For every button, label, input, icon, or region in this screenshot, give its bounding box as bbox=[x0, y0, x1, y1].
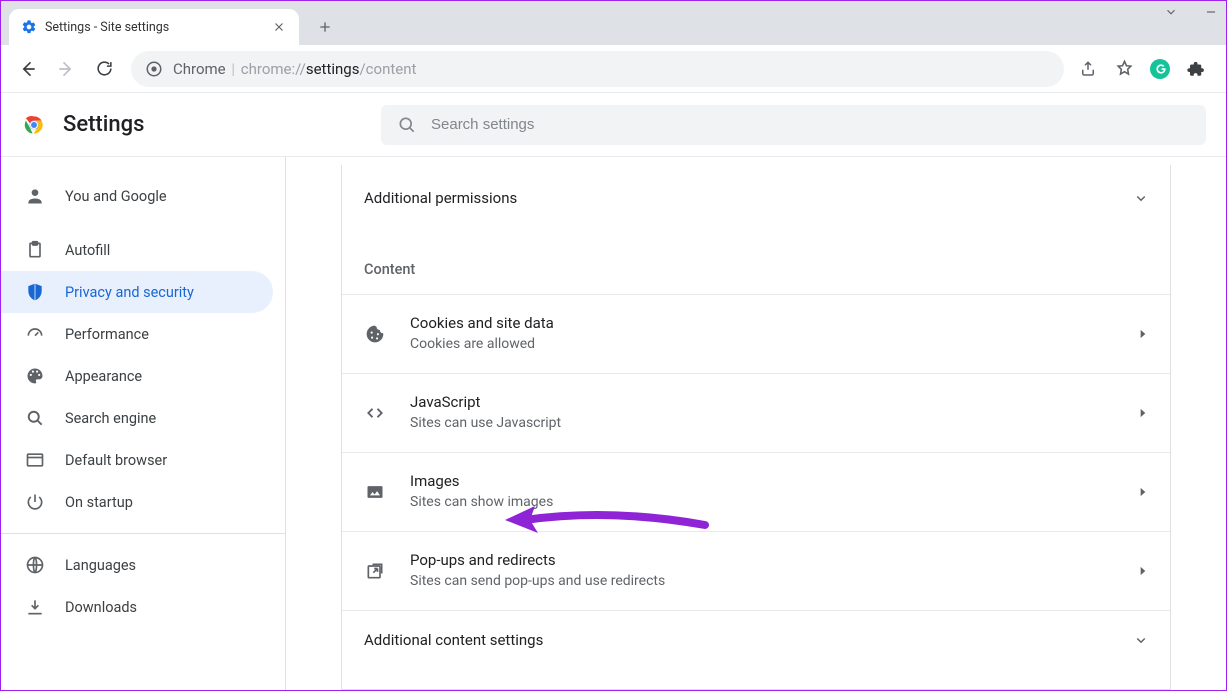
browser-titlebar: Settings - Site settings bbox=[1, 1, 1226, 45]
sidebar-item-appearance[interactable]: Appearance bbox=[1, 355, 273, 397]
browser-icon bbox=[25, 450, 45, 470]
row-subtitle: Cookies are allowed bbox=[410, 334, 554, 355]
share-icon[interactable] bbox=[1074, 55, 1102, 83]
address-bar[interactable]: Chrome | chrome://settings/content bbox=[131, 51, 1064, 87]
speedometer-icon bbox=[25, 324, 45, 344]
url-text: Chrome | chrome://settings/content bbox=[173, 60, 416, 78]
palette-icon bbox=[25, 366, 45, 386]
new-tab-button[interactable] bbox=[311, 13, 339, 41]
gear-icon bbox=[21, 19, 37, 35]
sidebar-label: Search engine bbox=[65, 410, 156, 427]
chevron-right-icon bbox=[1136, 327, 1150, 341]
sidebar-label: Default browser bbox=[65, 452, 167, 469]
page-title: Settings bbox=[63, 112, 144, 137]
search-input[interactable] bbox=[431, 116, 1190, 133]
settings-header: Settings bbox=[1, 93, 1226, 157]
chrome-mono-icon bbox=[145, 60, 163, 78]
grammarly-icon[interactable] bbox=[1146, 55, 1174, 83]
sidebar-item-you-and-google[interactable]: You and Google bbox=[1, 175, 273, 217]
sidebar-label: You and Google bbox=[65, 188, 167, 205]
row-title: Additional permissions bbox=[364, 189, 517, 207]
extensions-icon[interactable] bbox=[1182, 55, 1210, 83]
image-icon bbox=[364, 481, 386, 503]
row-title: Cookies and site data bbox=[410, 313, 554, 334]
window-minimize-icon[interactable] bbox=[1202, 3, 1220, 21]
browser-toolbar: Chrome | chrome://settings/content bbox=[1, 45, 1226, 93]
chevron-right-icon bbox=[1136, 406, 1150, 420]
row-title: Additional content settings bbox=[364, 631, 543, 649]
chevron-down-icon bbox=[1132, 631, 1150, 649]
sidebar-item-languages[interactable]: Languages bbox=[1, 544, 273, 586]
code-icon bbox=[364, 402, 386, 424]
tab-title: Settings - Site settings bbox=[45, 20, 263, 35]
sidebar-separator bbox=[1, 533, 285, 534]
sidebar-label: On startup bbox=[65, 494, 133, 511]
search-icon bbox=[25, 408, 45, 428]
row-title: JavaScript bbox=[410, 392, 561, 413]
row-images[interactable]: Images Sites can show images bbox=[342, 452, 1170, 531]
person-icon bbox=[25, 186, 45, 206]
shield-icon bbox=[25, 282, 45, 302]
search-icon bbox=[397, 115, 417, 135]
sidebar-label: Downloads bbox=[65, 599, 137, 616]
chevron-right-icon bbox=[1136, 564, 1150, 578]
row-popups[interactable]: Pop-ups and redirects Sites can send pop… bbox=[342, 531, 1170, 610]
forward-button[interactable] bbox=[49, 52, 83, 86]
settings-sidebar: You and Google Autofill Privacy and secu… bbox=[1, 157, 286, 690]
sidebar-item-privacy-and-security[interactable]: Privacy and security bbox=[1, 271, 273, 313]
sidebar-label: Languages bbox=[65, 557, 136, 574]
popup-icon bbox=[364, 560, 386, 582]
cookie-icon bbox=[364, 323, 386, 345]
sidebar-item-performance[interactable]: Performance bbox=[1, 313, 273, 355]
row-title: Pop-ups and redirects bbox=[410, 550, 665, 571]
chevron-down-icon bbox=[1132, 189, 1150, 207]
row-subtitle: Sites can send pop-ups and use redirects bbox=[410, 571, 665, 592]
sidebar-item-search-engine[interactable]: Search engine bbox=[1, 397, 273, 439]
download-icon bbox=[25, 597, 45, 617]
reload-button[interactable] bbox=[87, 52, 121, 86]
clipboard-icon bbox=[25, 240, 45, 260]
browser-tab[interactable]: Settings - Site settings bbox=[9, 9, 299, 45]
close-icon[interactable] bbox=[271, 19, 287, 35]
sidebar-item-autofill[interactable]: Autofill bbox=[1, 229, 273, 271]
window-caret-icon[interactable] bbox=[1162, 3, 1180, 21]
row-subtitle: Sites can use Javascript bbox=[410, 413, 561, 434]
additional-content-settings-row[interactable]: Additional content settings bbox=[342, 610, 1170, 659]
bookmark-star-icon[interactable] bbox=[1110, 55, 1138, 83]
row-title: Images bbox=[410, 471, 553, 492]
back-button[interactable] bbox=[11, 52, 45, 86]
chrome-logo-icon bbox=[21, 112, 47, 138]
chevron-right-icon bbox=[1136, 485, 1150, 499]
sidebar-item-on-startup[interactable]: On startup bbox=[1, 481, 273, 523]
content-section-label: Content bbox=[342, 231, 1170, 294]
additional-permissions-row[interactable]: Additional permissions bbox=[342, 165, 1170, 231]
search-settings[interactable] bbox=[381, 105, 1206, 145]
row-subtitle: Sites can show images bbox=[410, 492, 553, 513]
row-cookies[interactable]: Cookies and site data Cookies are allowe… bbox=[342, 294, 1170, 373]
sidebar-label: Appearance bbox=[65, 368, 142, 385]
globe-icon bbox=[25, 555, 45, 575]
power-icon bbox=[25, 492, 45, 512]
window-controls bbox=[1162, 3, 1220, 21]
sidebar-item-default-browser[interactable]: Default browser bbox=[1, 439, 273, 481]
sidebar-label: Autofill bbox=[65, 242, 110, 259]
sidebar-label: Performance bbox=[65, 326, 149, 343]
settings-content: Additional permissions Content Cookies a… bbox=[286, 157, 1226, 690]
row-javascript[interactable]: JavaScript Sites can use Javascript bbox=[342, 373, 1170, 452]
sidebar-item-downloads[interactable]: Downloads bbox=[1, 586, 273, 628]
sidebar-label: Privacy and security bbox=[65, 284, 194, 301]
